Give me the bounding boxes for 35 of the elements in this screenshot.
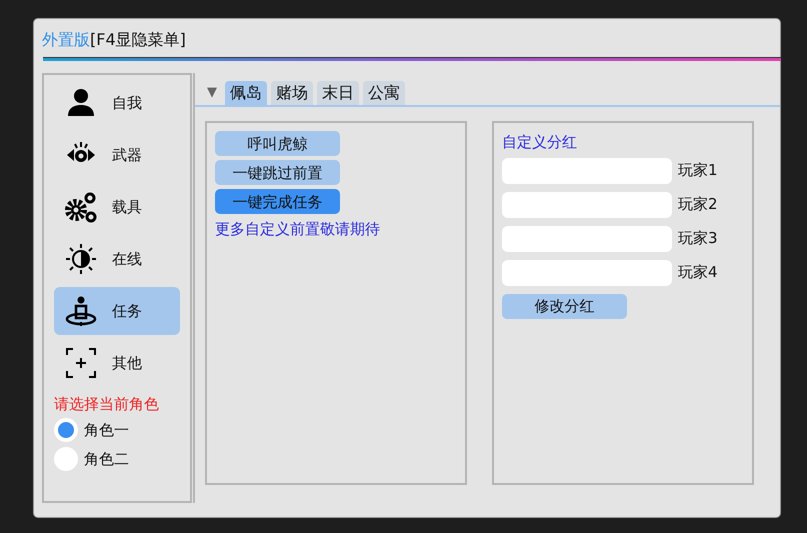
submit-button[interactable]: 修改分红 [502, 294, 627, 318]
sidebar-item[interactable]: 自我 [54, 79, 180, 127]
collapse-triangle-icon[interactable]: ▼ [207, 83, 217, 103]
field-label: 玩家2 [678, 194, 718, 216]
tab[interactable]: 赌场 [271, 81, 313, 105]
sidebar-item[interactable]: 在线 [54, 235, 180, 283]
group-heading: 自定义分红 [502, 132, 578, 153]
action-button[interactable]: 一键完成任务 [215, 189, 340, 214]
radio-button[interactable] [54, 447, 78, 471]
radio-button[interactable] [54, 418, 78, 442]
sidebar-item[interactable]: 其他 [54, 339, 180, 387]
field-label: 玩家4 [678, 262, 718, 284]
input-field[interactable] [502, 260, 672, 286]
plus-frame-icon [64, 346, 98, 380]
radio-label: 角色一 [84, 420, 129, 441]
field-label: 玩家3 [678, 228, 718, 250]
tab[interactable]: 末日 [317, 81, 359, 105]
note-text: 更多自定义前置敬请期待 [215, 219, 381, 240]
input-field[interactable] [502, 192, 672, 218]
input-field[interactable] [502, 158, 672, 184]
sidebar-item[interactable]: 任务 [54, 287, 180, 335]
tab[interactable]: 公寓 [363, 81, 405, 105]
sun-icon [64, 242, 98, 276]
action-button[interactable]: 呼叫虎鲸 [215, 131, 340, 156]
window-title: 外置版[F4显隐菜单] [42, 29, 187, 51]
action-button[interactable]: 一键跳过前置 [215, 160, 340, 185]
radio-label: 角色二 [84, 448, 129, 470]
gears-icon [64, 190, 98, 224]
field-label: 玩家1 [678, 160, 718, 182]
sidebar-item[interactable]: 载具 [54, 183, 180, 231]
tab[interactable]: 佩岛 [225, 81, 267, 105]
role-prompt: 请选择当前角色 [54, 394, 160, 415]
sidebar-item[interactable]: 武器 [54, 131, 180, 179]
meditating-figure-icon [64, 294, 98, 328]
input-field[interactable] [502, 226, 672, 252]
